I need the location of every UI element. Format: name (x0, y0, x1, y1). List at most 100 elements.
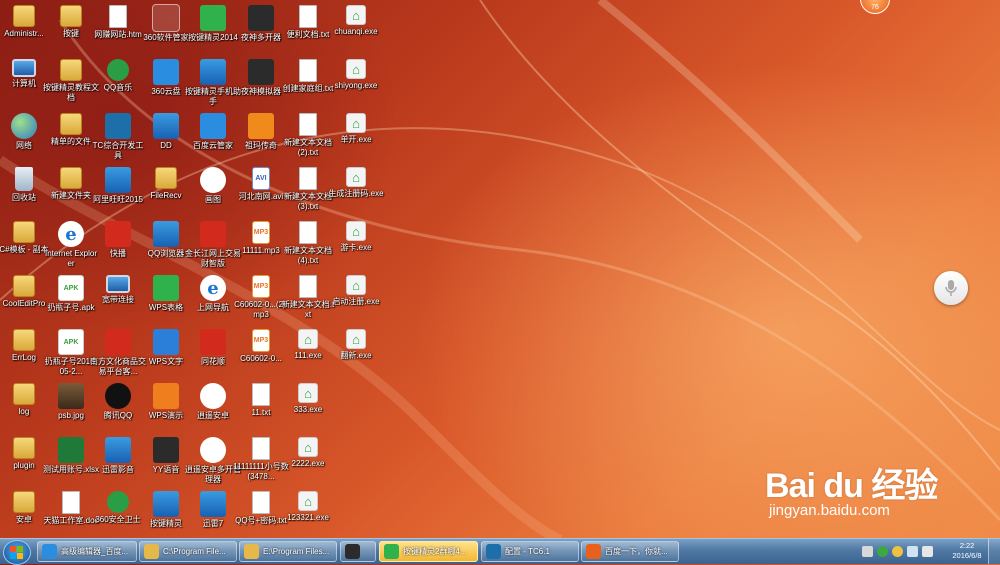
360-cloud-icon (153, 59, 179, 85)
desktop-icon[interactable]: ⌂ 111.exe (282, 329, 334, 361)
desktop-icon[interactable]: 新建文本文档(2).txt (282, 113, 334, 158)
user-icon[interactable] (892, 546, 903, 557)
taskbar-button[interactable]: 高级编辑器_百度... (37, 541, 137, 562)
wps-writer-icon (153, 329, 179, 355)
image-icon (58, 383, 84, 409)
baidu-cloud-icon (200, 113, 226, 139)
trading-app-icon (200, 221, 226, 247)
taskbar-button-label: 配置 - TC6.1 (505, 547, 550, 556)
taskbar-button[interactable] (340, 541, 376, 562)
desktop-icon[interactable]: 阿里旺旺2015 (92, 167, 144, 205)
zuma-game-icon (248, 113, 274, 139)
desktop-icon[interactable]: ⌂ chuanqi.exe (330, 5, 382, 37)
desktop-icon[interactable]: QQ音乐 (92, 59, 144, 93)
desktop-icon[interactable]: 新建文本文档(4).txt (282, 221, 334, 266)
desktop-icon-label: 游卡.exe (340, 243, 372, 252)
desktop-icon[interactable]: ⌂ 游卡.exe (330, 221, 382, 253)
clock[interactable]: 2:22 2016/6/8 (950, 541, 984, 561)
xunlei-icon (200, 491, 226, 517)
desktop-icon[interactable]: 南方文化商品交易平台客... (90, 329, 146, 377)
desktop-icon[interactable]: 逍遥安卓多开管理器 (185, 437, 241, 485)
desktop-icon[interactable]: ⌂ 123321.exe (282, 491, 334, 523)
volume-icon[interactable] (922, 546, 933, 557)
desktop-icon[interactable]: ⌂ 翻新.exe (330, 329, 382, 361)
mp3-icon: MP3 (252, 221, 270, 244)
clock-date: 2016/6/8 (952, 551, 982, 560)
exe-icon: ⌂ (298, 437, 318, 457)
desktop-icon-label: 2222.exe (291, 459, 325, 468)
desktop-icon[interactable]: ⌂ 单开.exe (330, 113, 382, 145)
clock-time: 2:22 (959, 541, 975, 550)
text-file-icon (299, 59, 317, 82)
desktop-icon[interactable]: TC综合开发工具 (92, 113, 144, 161)
desktop-icon[interactable]: 按键精灵教程文档 (43, 59, 99, 103)
desktop-icon[interactable]: 新建文本文档.txt (282, 275, 334, 320)
tonghuashun-icon (200, 329, 226, 355)
desktop-icon[interactable]: 新建文本文档(3).txt (282, 167, 334, 212)
taskbar-button[interactable]: 百度一下，你就... (581, 541, 679, 562)
exe-icon: ⌂ (346, 113, 366, 133)
network-status-icon[interactable] (907, 546, 918, 557)
desktop-icon[interactable]: e 上网导航 (187, 275, 239, 313)
desktop-icon-label: chuanqi.exe (334, 27, 378, 36)
desktop-icon[interactable]: 创建家庭组.txt (282, 59, 334, 94)
xiaoyao-multi-icon (200, 437, 226, 463)
taskbar-button[interactable]: E:\Program Files... (239, 541, 337, 562)
folder-icon (13, 491, 35, 513)
desktop-icon-label: 生成注册码.exe (328, 189, 384, 198)
microphone-icon[interactable] (934, 271, 968, 305)
avi-video-icon: AVI (252, 167, 270, 190)
desktop-icon[interactable]: 360安全卫士 (92, 491, 144, 525)
desktop-icon[interactable]: 金长江网上交易财智版 (185, 221, 241, 269)
anjian-mobile-icon (200, 59, 226, 85)
taskbar-button[interactable]: 按键精灵2群哪4... (379, 541, 478, 562)
text-file-icon (252, 437, 270, 460)
desktop-icon[interactable]: 按键精灵2014 (187, 5, 239, 43)
desktop-icon[interactable]: 便利文档.txt (282, 5, 334, 40)
exe-icon: ⌂ (346, 275, 366, 295)
desktop-icon[interactable]: ⌂ 333.exe (282, 383, 334, 415)
show-desktop-button[interactable] (988, 539, 1000, 564)
start-button[interactable] (3, 540, 31, 565)
desktop-icon[interactable]: 画图 (187, 167, 239, 205)
network-icon (11, 113, 37, 139)
desktop-icon[interactable]: ⌂ 2222.exe (282, 437, 334, 469)
folder-icon (13, 437, 35, 459)
desktop-icon[interactable]: 腾讯QQ (92, 383, 144, 421)
firefox-icon (586, 544, 601, 559)
taskbar-button[interactable]: C:\Program File... (139, 541, 237, 562)
desktop-icon[interactable]: 逍遥安卓 (187, 383, 239, 421)
qq-music-icon (107, 59, 129, 81)
exe-icon: ⌂ (346, 59, 366, 79)
tc-dev-tool-icon (105, 113, 131, 139)
folder-icon (13, 383, 35, 405)
desktop-icon[interactable]: e Internet Explorer (45, 221, 97, 269)
exe-icon: ⌂ (298, 491, 318, 511)
desktop-icon[interactable]: 迅雷影音 (92, 437, 144, 475)
text-file-icon (252, 491, 270, 514)
text-file-icon (299, 5, 317, 28)
taskbar-button-label: E:\Program Files... (263, 547, 330, 556)
desktop-icon[interactable]: 宽带连接 (92, 275, 144, 305)
desktop-icon-label: shiyong.exe (334, 81, 378, 90)
keyboard-icon[interactable] (862, 546, 873, 557)
desktop-icon[interactable]: ⌂ 启动注册.exe (330, 275, 382, 307)
exe-icon: ⌂ (346, 5, 366, 25)
desktop-icon[interactable]: 迅雷7 (187, 491, 239, 529)
desktop-icon[interactable]: 同花顺 (187, 329, 239, 367)
user-folder-icon (13, 5, 35, 27)
text-file-icon (299, 167, 317, 190)
xiaoyao-android-icon (200, 383, 226, 409)
taskbar-button[interactable]: 配置 - TC6.1 (481, 541, 579, 562)
qq-browser-icon (153, 221, 179, 247)
security-icon[interactable] (877, 546, 888, 557)
desktop-icon[interactable]: 快播 (92, 221, 144, 259)
folder-icon (13, 221, 35, 243)
desktop-icon[interactable]: 百度云管家 (187, 113, 239, 151)
desktop-icon[interactable]: ⌂ 生成注册码.exe (328, 167, 384, 199)
desktop-icon[interactable]: APK 扔瓶子号.apk (45, 275, 97, 313)
desktop-icon[interactable]: ⌂ shiyong.exe (330, 59, 382, 91)
qq-penguin-icon (105, 383, 131, 409)
desktop-icon[interactable]: 按键精灵手机助手 (185, 59, 241, 107)
desktop-icon[interactable]: 网赚网站.htm (92, 5, 144, 40)
